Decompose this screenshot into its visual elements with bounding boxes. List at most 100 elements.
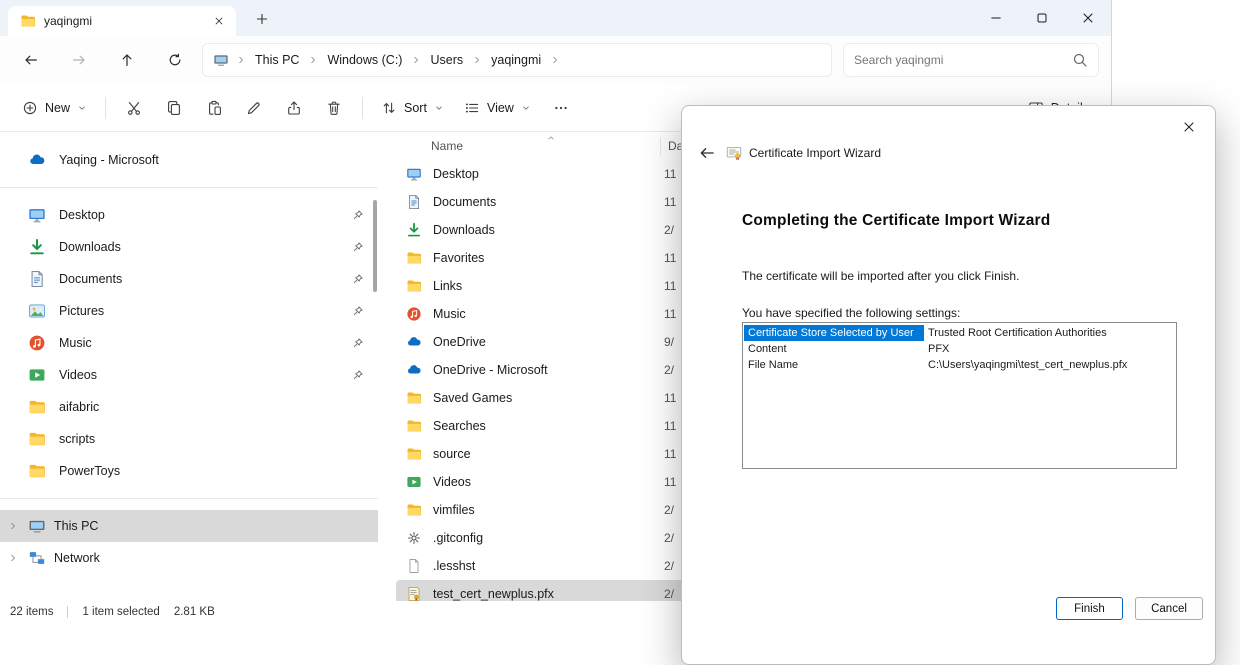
breadcrumb-item[interactable]: yaqingmi (489, 51, 543, 69)
paste-button[interactable] (194, 90, 234, 126)
copy-icon (166, 100, 182, 116)
forward-icon (71, 52, 87, 68)
breadcrumb-item[interactable]: Users (428, 51, 465, 69)
more-options-button[interactable] (541, 90, 581, 126)
sidebar-item-onedrive[interactable]: Yaqing - Microsoft (0, 144, 378, 176)
new-button[interactable]: New (12, 90, 97, 126)
new-plus-icon (22, 100, 38, 116)
sidebar-item-label: Desktop (59, 208, 105, 222)
sidebar-scrollbar[interactable] (373, 200, 377, 292)
status-divider (67, 606, 68, 618)
expand-chevron-icon[interactable] (8, 521, 18, 531)
sidebar-item-documents[interactable]: Documents (0, 263, 378, 295)
tab-close-button[interactable] (208, 10, 230, 32)
column-divider[interactable] (660, 137, 661, 155)
cloud-icon (406, 362, 422, 378)
file-date: 9/ (664, 335, 674, 349)
setting-row[interactable]: ContentPFX (744, 341, 1175, 357)
downloads-icon (406, 222, 422, 238)
close-icon (213, 15, 225, 27)
setting-key: File Name (744, 357, 924, 373)
folder-icon (28, 430, 46, 448)
file-name: Saved Games (433, 391, 512, 405)
file-date: 11 (664, 307, 676, 321)
folder-icon (406, 390, 422, 406)
music-icon (406, 306, 422, 322)
search-icon (1072, 52, 1088, 68)
setting-value: Trusted Root Certification Authorities (924, 325, 1175, 341)
breadcrumb-item[interactable]: Windows (C:) (325, 51, 404, 69)
setting-row[interactable]: File NameC:\Users\yaqingmi\test_cert_new… (744, 357, 1175, 373)
sidebar-item-scripts[interactable]: scripts (0, 423, 378, 455)
share-button[interactable] (274, 90, 314, 126)
sidebar-item-music[interactable]: Music (0, 327, 378, 359)
rename-button[interactable] (234, 90, 274, 126)
file-name: Favorites (433, 251, 484, 265)
certificate-icon (726, 145, 742, 161)
documents-icon (28, 270, 46, 288)
column-header-name[interactable]: Name (431, 139, 463, 153)
pictures-icon (28, 302, 46, 320)
maximize-button[interactable] (1019, 0, 1065, 36)
sidebar-item-label: Yaqing - Microsoft (59, 153, 159, 167)
breadcrumb-item[interactable]: This PC (253, 51, 301, 69)
folder-icon (28, 398, 46, 416)
cloud-icon (406, 334, 422, 350)
sidebar-item-powertoys[interactable]: PowerToys (0, 455, 378, 487)
this-pc-icon (213, 52, 229, 68)
sidebar-item-desktop[interactable]: Desktop (0, 199, 378, 231)
refresh-icon (167, 52, 183, 68)
sidebar-item-network[interactable]: Network (0, 542, 378, 574)
new-tab-button[interactable] (250, 8, 274, 30)
dialog-close-button[interactable] (1173, 114, 1205, 140)
minimize-icon (988, 10, 1004, 26)
wizard-back-button[interactable] (695, 142, 719, 164)
explorer-tab[interactable]: yaqingmi (8, 6, 236, 36)
file-date: 11 (664, 251, 676, 265)
sidebar-item-this-pc[interactable]: This PC (0, 510, 378, 542)
cut-button[interactable] (114, 90, 154, 126)
search-input[interactable] (854, 53, 1066, 67)
file-date: 11 (664, 475, 676, 489)
view-button[interactable]: View (454, 90, 541, 126)
pin-icon (352, 337, 364, 349)
sidebar-item-aifabric[interactable]: aifabric (0, 391, 378, 423)
expand-chevron-icon[interactable] (8, 553, 18, 563)
dialog-header: Certificate Import Wizard (695, 142, 881, 164)
file-date: 11 (664, 419, 676, 433)
settings-list[interactable]: Certificate Store Selected by UserTruste… (742, 322, 1177, 469)
file-date: 2/ (664, 559, 674, 573)
tab-title: yaqingmi (44, 14, 200, 28)
copy-button[interactable] (154, 90, 194, 126)
sidebar-item-pictures[interactable]: Pictures (0, 295, 378, 327)
chevron-right-icon (550, 55, 560, 65)
close-icon (1080, 10, 1096, 26)
file-name: Documents (433, 195, 496, 209)
setting-row[interactable]: Certificate Store Selected by UserTruste… (744, 325, 1175, 341)
sidebar-item-downloads[interactable]: Downloads (0, 231, 378, 263)
close-button[interactable] (1065, 0, 1111, 36)
rename-icon (246, 100, 262, 116)
sidebar-item-label: PowerToys (59, 464, 120, 478)
setting-key: Content (744, 341, 924, 357)
sidebar-item-label: scripts (59, 432, 95, 446)
folder-icon (406, 502, 422, 518)
cancel-button[interactable]: Cancel (1135, 597, 1203, 620)
forward-button[interactable] (62, 43, 96, 77)
finish-button[interactable]: Finish (1056, 597, 1123, 620)
back-button[interactable] (14, 43, 48, 77)
videos-icon (28, 366, 46, 384)
up-button[interactable] (110, 43, 144, 77)
search-box[interactable] (843, 43, 1099, 77)
sort-button[interactable]: Sort (371, 90, 454, 126)
refresh-button[interactable] (158, 43, 192, 77)
sort-button-label: Sort (404, 101, 427, 115)
folder-icon (20, 13, 36, 29)
sidebar-item-videos[interactable]: Videos (0, 359, 378, 391)
file-name: Desktop (433, 167, 479, 181)
items-count: 22 items (10, 606, 53, 618)
minimize-button[interactable] (973, 0, 1019, 36)
folder-icon (406, 278, 422, 294)
folder-icon (406, 418, 422, 434)
delete-button[interactable] (314, 90, 354, 126)
